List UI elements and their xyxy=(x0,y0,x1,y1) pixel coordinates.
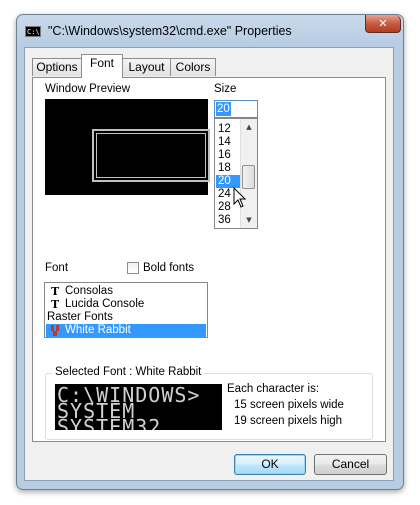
tab-layout[interactable]: Layout xyxy=(122,58,171,76)
font-item-white-rabbit[interactable]: White Rabbit xyxy=(46,324,206,337)
size-option-16[interactable]: 16 xyxy=(216,149,241,162)
font-item-label: Consolas xyxy=(65,285,113,297)
properties-window: C:\ "C:\Windows\system32\cmd.exe" Proper… xyxy=(16,14,404,490)
truetype-icon: T xyxy=(51,285,60,298)
size-option-36[interactable]: 36 xyxy=(216,214,241,227)
font-item-lucida-console[interactable]: T Lucida Console xyxy=(46,298,206,311)
sample-line-3: SYSTEM32 xyxy=(57,415,162,430)
raster-font-icon xyxy=(51,325,59,336)
scrollbar-thumb[interactable] xyxy=(242,165,255,189)
each-character-label: Each character is: xyxy=(227,383,320,395)
window-preview xyxy=(45,99,210,195)
font-tab-panel: Window Preview Size 20 12 14 16 18 20 24… xyxy=(32,77,386,442)
font-listbox[interactable]: T Consolas T Lucida Console Raster Fonts xyxy=(44,282,208,338)
font-sample-preview: C:\WINDOWS> SYSTEM SYSTEM32 xyxy=(55,384,222,430)
bold-fonts-checkbox[interactable] xyxy=(127,262,139,274)
size-listbox[interactable]: 12 14 16 18 20 24 28 36 ▲ ▼ xyxy=(214,118,258,229)
cancel-button[interactable]: Cancel xyxy=(314,454,387,475)
char-height-text: 19 screen pixels high xyxy=(234,415,343,427)
font-label: Font xyxy=(45,262,69,274)
ok-button[interactable]: OK xyxy=(234,454,306,475)
tab-options[interactable]: Options xyxy=(32,58,82,76)
char-width-text: 15 screen pixels wide xyxy=(234,399,344,411)
close-button[interactable]: ✕ xyxy=(365,15,401,33)
window-preview-label: Window Preview xyxy=(45,83,130,95)
cmd-app-icon: C:\ xyxy=(25,26,41,37)
font-item-consolas[interactable]: T Consolas xyxy=(46,285,206,298)
truetype-icon: T xyxy=(51,298,60,311)
mouse-pointer-icon xyxy=(233,187,247,208)
bold-fonts-label[interactable]: Bold fonts xyxy=(143,262,194,274)
selected-font-group: Selected Font : White Rabbit C:\WINDOWS>… xyxy=(45,366,373,440)
scroll-down-arrow-icon[interactable]: ▼ xyxy=(241,212,257,228)
font-group-label: Raster Fonts xyxy=(47,311,113,323)
font-item-label: Lucida Console xyxy=(65,298,145,310)
tab-colors[interactable]: Colors xyxy=(170,58,216,76)
dialog-client-area: Options Font Layout Colors Window Previe… xyxy=(24,47,394,481)
preview-window-frame xyxy=(92,129,210,182)
size-option-18[interactable]: 18 xyxy=(216,162,241,175)
tab-font[interactable]: Font xyxy=(81,54,123,78)
size-option-12[interactable]: 12 xyxy=(216,123,241,136)
preview-window-inner xyxy=(96,133,206,178)
font-group-raster-fonts: Raster Fonts xyxy=(46,311,206,324)
size-label: Size xyxy=(214,83,237,95)
size-input-value: 20 xyxy=(216,102,231,116)
title-bar[interactable]: C:\ "C:\Windows\system32\cmd.exe" Proper… xyxy=(17,15,403,47)
selected-font-legend: Selected Font : White Rabbit xyxy=(52,366,205,378)
font-item-label: White Rabbit xyxy=(65,324,131,336)
scroll-up-arrow-icon[interactable]: ▲ xyxy=(241,119,257,135)
size-scrollbar[interactable]: ▲ ▼ xyxy=(240,119,257,228)
size-option-14[interactable]: 14 xyxy=(216,136,241,149)
size-input[interactable]: 20 xyxy=(214,100,258,118)
window-title: "C:\Windows\system32\cmd.exe" Properties xyxy=(48,24,292,38)
